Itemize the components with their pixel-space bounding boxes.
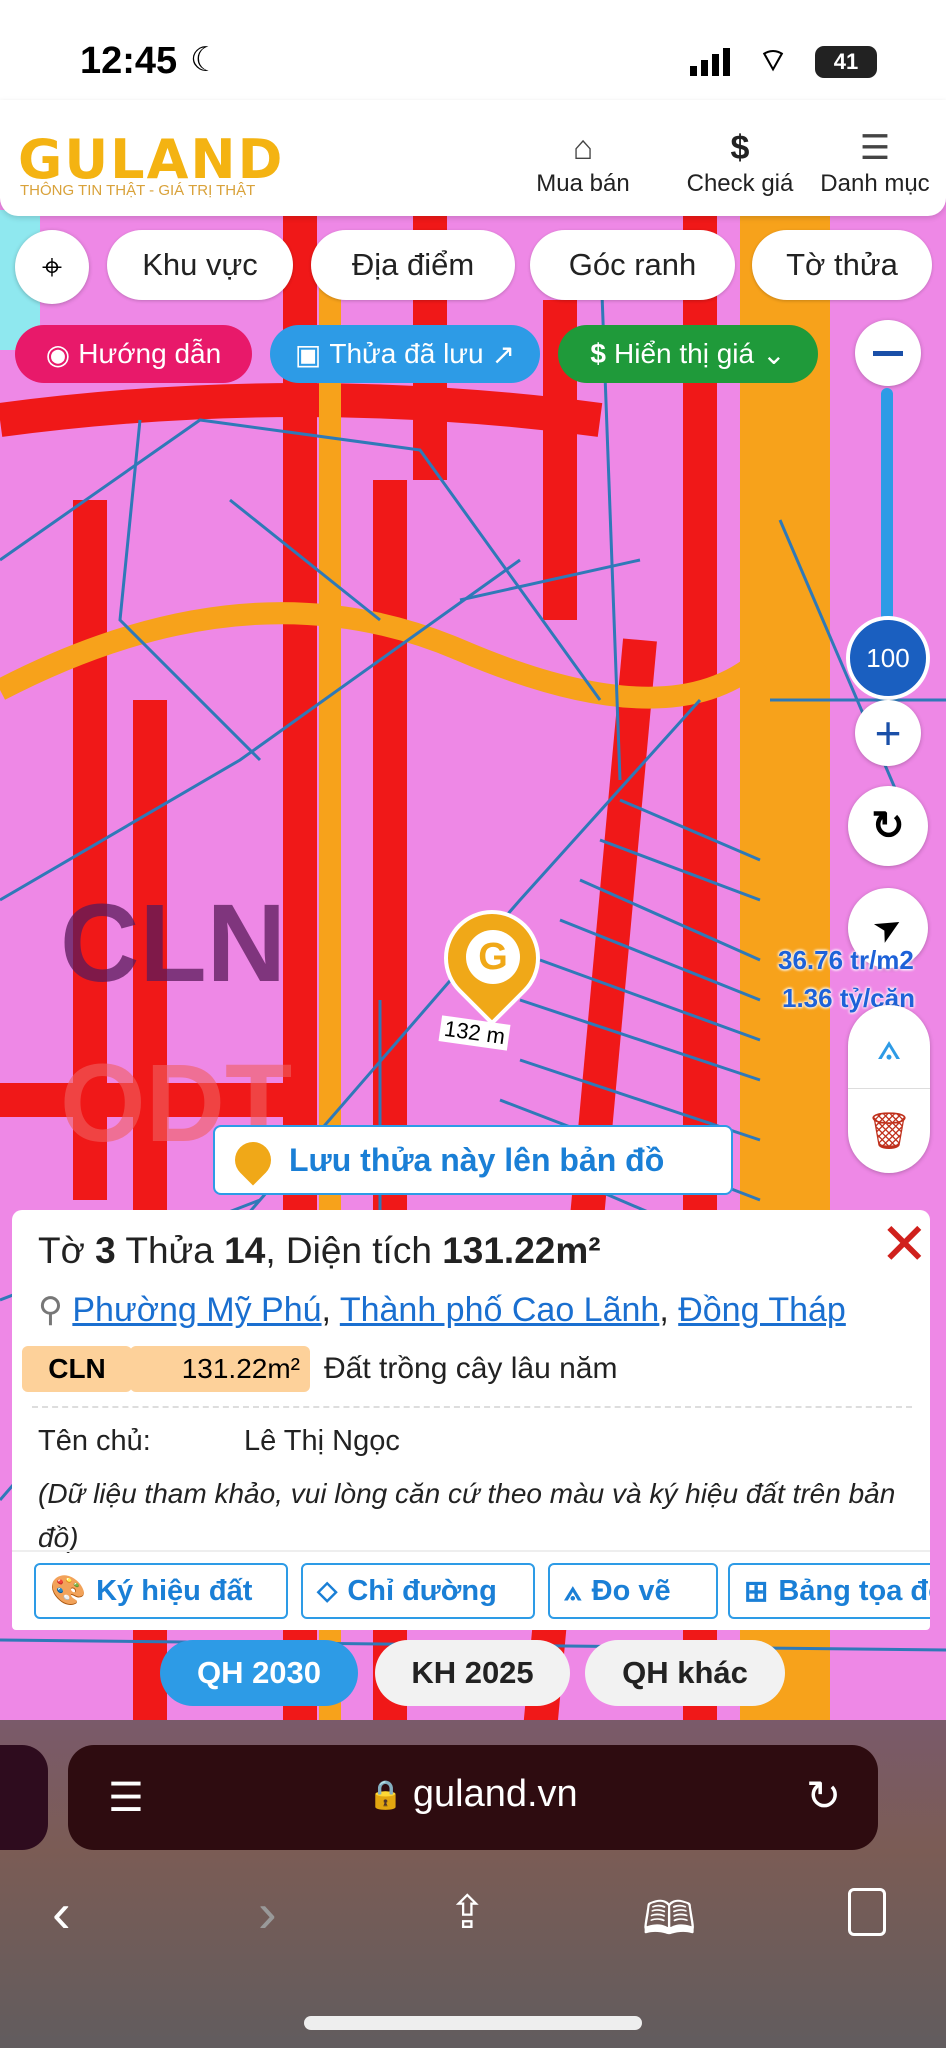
crosshair-icon: ⌖ [41, 245, 63, 287]
measure-button[interactable]: ⟑ Đo vẽ [548, 1563, 718, 1619]
back-icon[interactable]: ‹ [52, 1880, 71, 1945]
land-area-badge: 131.22m² [130, 1346, 310, 1392]
previous-tab-preview[interactable] [0, 1745, 48, 1850]
directions-icon: ⬦ [317, 1574, 338, 1607]
divider [12, 1550, 930, 1552]
action-label: Chỉ đường [347, 1574, 497, 1607]
zoom-in-button[interactable]: + [855, 700, 921, 766]
layer-tab-qh-khac[interactable]: QH khác [585, 1640, 785, 1706]
show-price-dropdown[interactable]: $ Hiển thị giá ⌄ [558, 325, 818, 383]
bookmarks-icon[interactable]: 🕮 [642, 1885, 696, 1963]
home-indicator[interactable] [304, 2016, 642, 2030]
filter-dia-diem[interactable]: Địa điểm [311, 230, 515, 300]
coordinates-table-button[interactable]: ⊞ Bảng tọa độ [728, 1563, 930, 1619]
lock-icon: 🔒 [368, 1779, 403, 1810]
trash-icon[interactable]: 🗑 [848, 1089, 930, 1173]
play-icon: ◉ [45, 338, 71, 370]
dollar-icon: $ [730, 128, 750, 167]
bookmark-icon: ▣ [294, 338, 322, 370]
measure-tool-group: ⟑ 🗑 [848, 1005, 930, 1173]
battery-icon: 41 [815, 46, 877, 78]
battery-level: 41 [833, 49, 859, 74]
ward-link[interactable]: Phường Mỹ Phú [72, 1291, 321, 1329]
guland-g-icon: G [466, 930, 520, 984]
refresh-icon: ↻ [871, 804, 905, 848]
disclaimer: (Dữ liệu tham khảo, vui lòng căn cứ theo… [38, 1478, 896, 1553]
wifi-icon: ⌔ [758, 42, 789, 78]
compass-draw-icon[interactable]: ⟑ [848, 1005, 930, 1089]
zoom-slider-handle[interactable]: 100 [846, 616, 930, 700]
layer-tab-kh-2025[interactable]: KH 2025 [375, 1640, 570, 1706]
logo-tagline: THÔNG TIN THẬT - GIÁ TRỊ THẬT [20, 182, 256, 199]
status-time: 12:45 [80, 40, 178, 82]
map-zone-label: CLN [60, 882, 287, 1005]
zoom-out-button[interactable] [855, 320, 921, 386]
dollar-icon: $ [590, 338, 606, 369]
zoom-level: 100 [866, 642, 910, 673]
signal-icon [690, 48, 730, 76]
arrow-up-right-icon: ↗ [491, 338, 516, 370]
plus-icon: + [874, 707, 902, 759]
save-lot-label: Lưu thửa này lên bản đồ [289, 1141, 665, 1178]
url-text: guland.vn [412, 1773, 578, 1815]
directions-button[interactable]: ⬦ Chỉ đường [301, 1563, 535, 1619]
forward-icon[interactable]: › [258, 1880, 277, 1945]
table-icon: ⊞ [744, 1575, 769, 1608]
parcel-address: ⚲ Phường Mỹ Phú, Thành phố Cao Lãnh, Đồn… [38, 1291, 846, 1329]
layer-tab-qh-2030[interactable]: QH 2030 [160, 1640, 358, 1706]
guide-label: Hướng dẫn [78, 338, 222, 369]
nav-mua-ban[interactable]: ⌂ Mua bán [528, 126, 638, 198]
location-pin-icon: ⚲ [38, 1291, 63, 1329]
land-type: Đất trồng cây lâu năm [324, 1352, 618, 1385]
reload-icon[interactable]: ↻ [806, 1771, 841, 1820]
close-icon[interactable]: ✕ [880, 1210, 929, 1278]
chevron-down-icon: ⌄ [762, 338, 786, 370]
action-label: Đo vẽ [591, 1574, 671, 1607]
province-link[interactable]: Đồng Tháp [678, 1291, 846, 1329]
filter-khu-vuc[interactable]: Khu vực [107, 230, 293, 300]
saved-lots-button[interactable]: ▣ Thửa đã lưu ↗ [270, 325, 540, 383]
filter-to-thua[interactable]: Tờ thửa [752, 230, 932, 300]
nav-label: Mua bán [536, 170, 630, 197]
action-label: Ký hiệu đất [96, 1574, 253, 1607]
minus-icon [873, 350, 903, 356]
owner-label: Tên chủ: [38, 1425, 151, 1457]
city-link[interactable]: Thành phố Cao Lãnh [340, 1291, 659, 1329]
building-icon: ⌂ [572, 128, 594, 167]
compass-draw-icon: ⟑ [564, 1574, 582, 1607]
guide-button[interactable]: ◉ Hướng dẫn [15, 325, 252, 383]
address-bar[interactable]: ☰ 🔒 guland.vn ↻ [68, 1745, 878, 1850]
palette-icon: 🎨 [50, 1575, 87, 1607]
owner-name: Lê Thị Ngọc [244, 1425, 400, 1457]
locate-button[interactable]: ⌖ [15, 230, 89, 304]
tabs-icon[interactable] [848, 1888, 886, 1936]
refresh-map-button[interactable]: ↻ [848, 786, 928, 866]
marker-icon [227, 1134, 279, 1186]
nav-label: Danh mục [820, 170, 930, 197]
map-price-label: 36.76 tr/m2 [778, 945, 914, 975]
divider [32, 1406, 912, 1408]
price-label: Hiển thị giá [614, 338, 755, 369]
parcel-title: Tờ 3 Thửa 14, Diện tích 131.22m² [38, 1230, 601, 1271]
nav-danh-muc[interactable]: ☰ Danh mục [805, 126, 945, 198]
nav-label: Check giá [686, 170, 794, 197]
share-icon[interactable]: ⇪ [448, 1885, 487, 1939]
land-legend-button[interactable]: 🎨 Ký hiệu đất [34, 1563, 288, 1619]
action-label: Bảng tọa độ [778, 1574, 930, 1607]
reader-icon[interactable]: ☰ [108, 1775, 144, 1821]
zoom-slider-track[interactable] [881, 388, 893, 628]
saved-label: Thửa đã lưu [329, 338, 484, 369]
moon-icon: ☾ [190, 41, 221, 79]
filter-goc-ranh[interactable]: Góc ranh [530, 230, 735, 300]
save-lot-button[interactable]: Lưu thửa này lên bản đồ [213, 1125, 733, 1195]
nav-check-gia[interactable]: $ Check giá [660, 126, 820, 198]
menu-icon: ☰ [859, 129, 891, 167]
land-code-badge: CLN [22, 1346, 132, 1392]
